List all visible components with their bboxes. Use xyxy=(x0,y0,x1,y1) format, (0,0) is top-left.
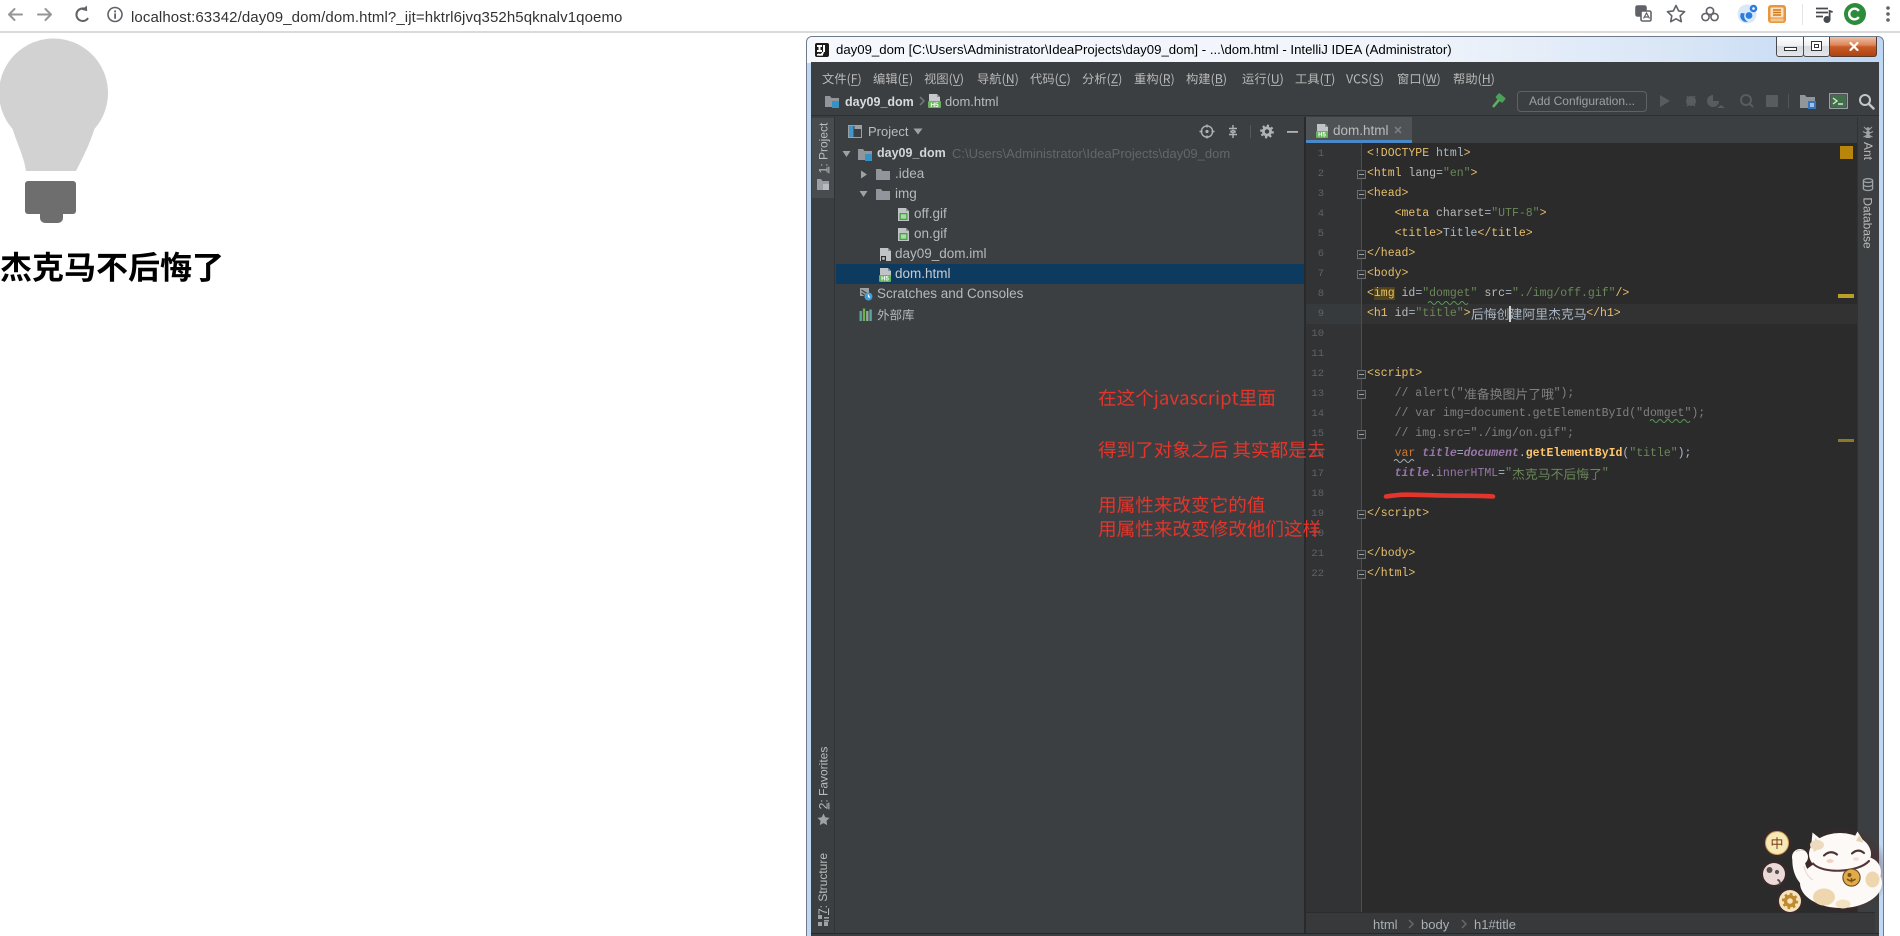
svg-text:H5: H5 xyxy=(1318,132,1326,137)
svg-text:H5: H5 xyxy=(881,276,889,281)
svg-text:H5: H5 xyxy=(930,102,939,109)
